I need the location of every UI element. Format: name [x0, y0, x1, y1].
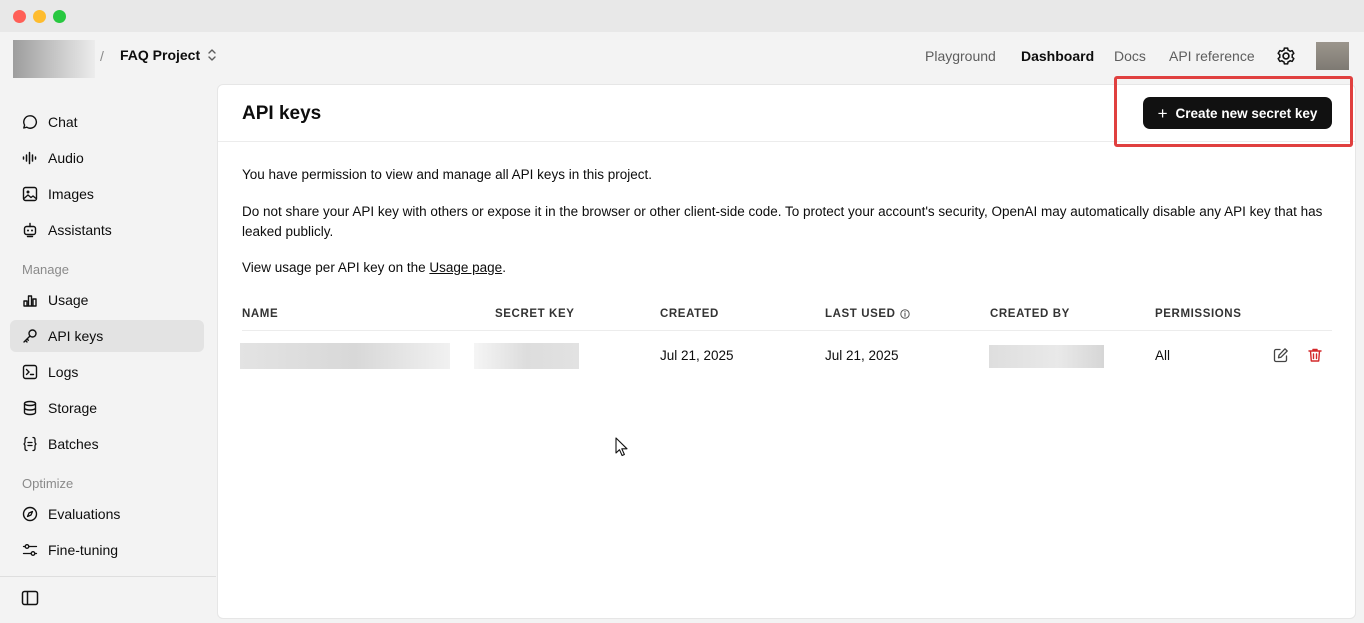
plus-icon: + — [1157, 103, 1168, 123]
page-header: API keys + Create new secret key — [218, 85, 1355, 142]
nav-playground-link[interactable]: Playground — [925, 48, 996, 64]
sidebar-divider — [0, 576, 216, 577]
usage-notice: View usage per API key on the Usage page… — [242, 258, 1334, 278]
redacted-key-name — [240, 343, 450, 369]
last-used-label: LAST USED — [825, 308, 896, 320]
usage-page-link[interactable]: Usage page — [429, 260, 502, 275]
nav-api-reference-link[interactable]: API reference — [1169, 48, 1255, 64]
column-header-created-by: CREATED BY — [990, 308, 1070, 320]
sidebar-item-label: API keys — [48, 328, 104, 344]
cell-permissions: All — [1155, 348, 1171, 363]
column-header-name: NAME — [242, 308, 279, 320]
main-content-panel: API keys + Create new secret key You hav… — [217, 84, 1356, 619]
bar-chart-icon — [23, 295, 37, 307]
minimize-window-button[interactable] — [33, 10, 46, 23]
security-warning: Do not share your API key with others or… — [242, 204, 1323, 239]
sidebar-item-api-keys[interactable]: API keys — [10, 320, 204, 352]
sidebar-item-assistants[interactable]: Assistants — [10, 214, 204, 246]
trash-icon[interactable] — [1307, 347, 1323, 363]
sidebar-item-audio[interactable]: Audio — [10, 142, 204, 174]
sidebar-item-label: Images — [48, 186, 94, 202]
chevron-up-down-icon — [208, 49, 216, 61]
sidebar-item-label: Audio — [48, 150, 84, 166]
page-title: API keys — [242, 103, 322, 124]
sidebar-section-manage: Manage — [22, 262, 69, 277]
mouse-cursor-icon — [615, 437, 628, 457]
column-header-created: CREATED — [660, 308, 719, 320]
project-name-label: FAQ Project — [120, 47, 201, 63]
sidebar-item-fine-tuning[interactable]: Fine-tuning — [10, 534, 204, 566]
sidebar-item-label: Batches — [48, 436, 99, 452]
sidebar-item-label: Chat — [48, 114, 78, 130]
sidebar-item-evaluations[interactable]: Evaluations — [10, 498, 204, 530]
nav-docs-link[interactable]: Docs — [1114, 48, 1146, 64]
sidebar-toggle-icon[interactable] — [21, 590, 39, 606]
redacted-secret-key — [474, 343, 579, 369]
nav-dashboard-link[interactable]: Dashboard — [1021, 48, 1094, 64]
organization-logo[interactable] — [13, 40, 95, 78]
usage-notice-prefix: View usage per API key on the — [242, 260, 430, 275]
window-titlebar — [0, 0, 1364, 32]
sidebar-item-chat[interactable]: Chat — [10, 106, 204, 138]
top-navigation-bar: / FAQ Project Playground Dashboard Docs … — [0, 32, 1364, 84]
image-icon — [22, 186, 38, 202]
redacted-created-by — [989, 345, 1104, 368]
robot-icon — [23, 222, 37, 238]
audio-waveform-icon — [22, 151, 37, 165]
sidebar-item-label: Storage — [48, 400, 98, 416]
braces-icon — [23, 436, 37, 452]
chat-bubble-icon — [23, 115, 38, 129]
gear-icon[interactable] — [1276, 46, 1296, 66]
create-new-secret-key-button[interactable]: + Create new secret key — [1143, 97, 1332, 129]
sidebar-section-optimize: Optimize — [22, 476, 74, 491]
breadcrumb-separator: / — [100, 48, 104, 64]
create-button-label: Create new secret key — [1175, 105, 1318, 121]
sidebar-item-label: Usage — [48, 292, 89, 308]
close-window-button[interactable] — [13, 10, 26, 23]
sidebar-item-label: Logs — [48, 364, 79, 380]
usage-notice-suffix: . — [502, 260, 506, 275]
sidebar-item-storage[interactable]: Storage — [10, 392, 204, 424]
key-icon — [23, 329, 37, 343]
sidebar-item-label: Assistants — [48, 222, 112, 238]
sidebar-item-usage[interactable]: Usage — [10, 284, 204, 316]
cell-created: Jul 21, 2025 — [660, 348, 734, 363]
column-header-secret-key: SECRET KEY — [495, 308, 575, 320]
maximize-window-button[interactable] — [53, 10, 66, 23]
project-selector[interactable]: FAQ Project — [120, 47, 218, 63]
sidebar-item-batches[interactable]: Batches — [10, 428, 204, 460]
cell-last-used: Jul 21, 2025 — [825, 348, 899, 363]
database-icon — [23, 400, 37, 416]
sidebar-item-label: Evaluations — [48, 506, 121, 522]
terminal-icon — [22, 364, 38, 380]
permission-notice: You have permission to view and manage a… — [242, 167, 652, 182]
table-header-divider — [242, 330, 1332, 331]
column-header-permissions: PERMISSIONS — [1155, 308, 1242, 320]
sidebar-item-label: Fine-tuning — [48, 542, 119, 558]
compass-icon — [22, 506, 38, 522]
sliders-icon — [22, 544, 38, 556]
sidebar-item-images[interactable]: Images — [10, 178, 204, 210]
edit-icon[interactable] — [1273, 347, 1289, 363]
sidebar-item-logs[interactable]: Logs — [10, 356, 204, 388]
info-icon[interactable] — [899, 309, 910, 319]
user-avatar[interactable] — [1316, 42, 1349, 70]
column-header-last-used: LAST USED — [825, 308, 910, 320]
